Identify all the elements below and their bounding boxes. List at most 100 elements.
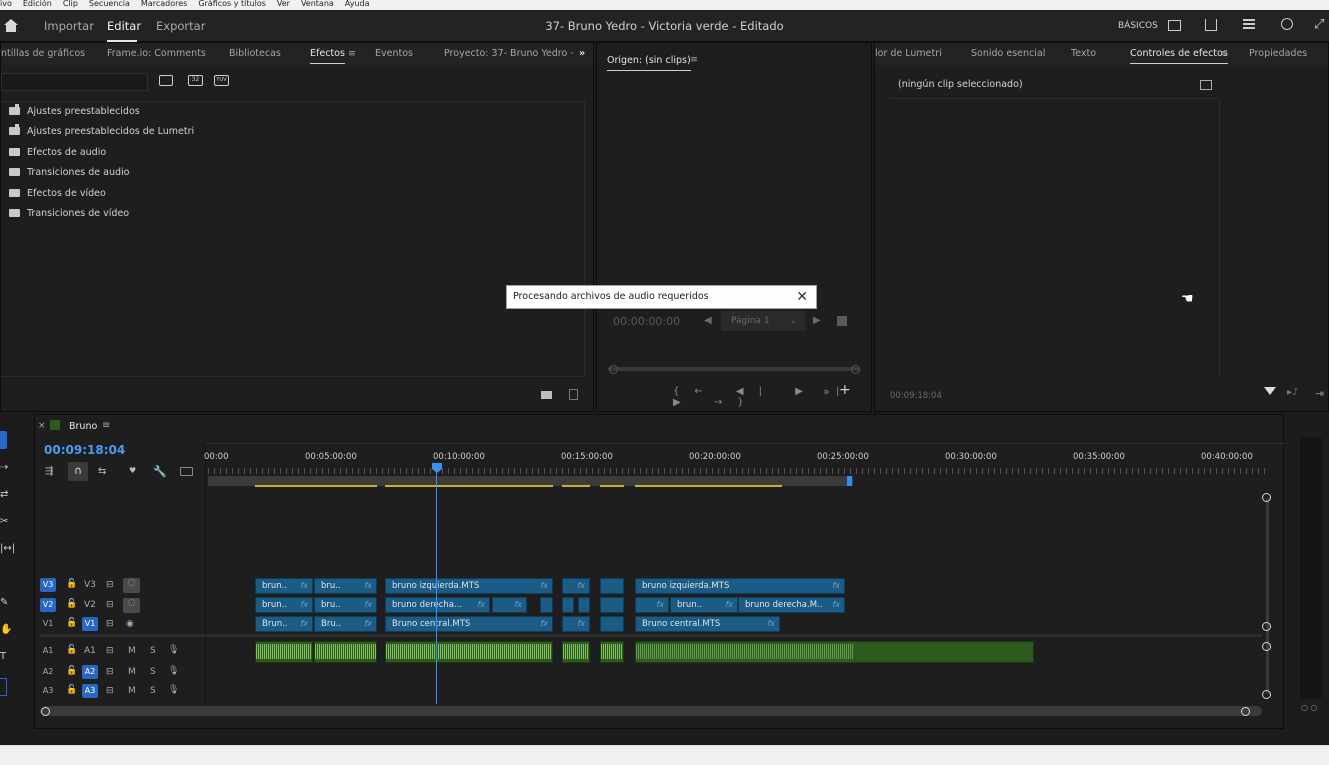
clip[interactable]: fx	[635, 597, 669, 613]
lock-icon[interactable]: 🔓	[66, 666, 77, 676]
clip[interactable]: brun.. fx	[255, 578, 313, 594]
tab-text[interactable]: Texto	[1071, 48, 1096, 59]
tab-essential-sound[interactable]: Sonido esencial	[971, 48, 1045, 59]
list-item[interactable]: Transiciones de audio	[9, 167, 129, 183]
eye-off-icon[interactable]: ◌	[123, 598, 140, 613]
track-name-a3[interactable]: A3	[82, 684, 98, 698]
list-item[interactable]: Transiciones de vídeo	[9, 208, 129, 224]
clip[interactable]: fx	[562, 616, 590, 632]
menu-icon[interactable]: ≡	[690, 54, 698, 65]
trash-icon[interactable]	[569, 389, 578, 400]
scroll-handle-audio-top[interactable]	[1262, 642, 1271, 651]
menu-graphics[interactable]: Gráficos y títulos	[198, 0, 266, 8]
list-item[interactable]: Ajustes preestablecidos de Lumetri	[9, 123, 194, 142]
clip[interactable]: fx	[492, 597, 527, 613]
menu-sequence[interactable]: Secuencia	[89, 0, 130, 8]
vertical-scrollbar[interactable]	[1266, 498, 1269, 694]
horizontal-scrollbar[interactable]	[40, 706, 1262, 716]
mute-button[interactable]: M	[128, 646, 136, 656]
clip[interactable]	[600, 578, 624, 594]
export-icon[interactable]: ⇥	[1315, 387, 1324, 400]
menu-icon[interactable]: ≡	[348, 48, 356, 59]
source-patch-v2[interactable]: V2	[40, 598, 56, 612]
av-divider[interactable]	[40, 634, 1262, 637]
clip[interactable]: bru.. fx	[314, 597, 377, 613]
tab-effect-controls[interactable]: Controles de efectos	[1130, 48, 1228, 64]
more-icon[interactable]: »	[823, 385, 830, 398]
solo-button[interactable]: S	[150, 667, 156, 677]
quality-icon[interactable]	[1281, 18, 1293, 30]
text-tool-icon[interactable]: T	[0, 651, 6, 662]
track-name-v3[interactable]: V3	[84, 580, 96, 590]
tab-project[interactable]: Proyecto: 37- Bruno Yedro - Vic	[444, 48, 573, 59]
lock-icon[interactable]: 🔓	[66, 645, 77, 655]
menu-icon[interactable]: ≡	[102, 420, 110, 431]
clip[interactable]	[578, 597, 590, 613]
menu-help[interactable]: Ayuda	[345, 0, 370, 8]
tab-frameio[interactable]: Frame.io: Comments	[107, 48, 206, 59]
menu-icon[interactable]: ≡	[1220, 48, 1228, 59]
menu-clip[interactable]: Clip	[63, 0, 78, 8]
menu-markers[interactable]: Marcadores	[141, 0, 187, 8]
microphone-icon[interactable]: 🎙	[168, 645, 179, 655]
lock-icon[interactable]: 🔓	[66, 685, 77, 695]
tool-active-icon[interactable]	[0, 678, 7, 696]
close-icon[interactable]: ✕	[796, 286, 808, 308]
menu-window[interactable]: Ventana	[301, 0, 334, 8]
tab-graphics-templates[interactable]: ntillas de gráficos	[1, 48, 85, 59]
audio-clip[interactable]	[635, 641, 1034, 663]
scroll-handle-top[interactable]	[1262, 493, 1271, 502]
zoom-handle-right[interactable]	[1241, 707, 1250, 716]
ripple-edit-icon[interactable]: ⇄	[0, 489, 8, 500]
lock-icon[interactable]: 🔓	[66, 599, 77, 609]
hand-icon[interactable]: ✋	[0, 624, 12, 635]
clip[interactable]: bruno izquierda.MTS fx	[385, 578, 553, 594]
next-page-icon[interactable]: ▶	[813, 315, 821, 326]
tab-source[interactable]: Origen: (sin clips)	[607, 55, 691, 71]
audio-clip[interactable]	[600, 641, 624, 663]
clip[interactable]: Brun.. fx	[255, 616, 313, 632]
microphone-icon[interactable]: 🎙	[168, 685, 179, 695]
track-select-icon[interactable]: ⇢	[0, 462, 8, 473]
sync-lock-icon[interactable]: ⊟	[106, 686, 114, 696]
source-timecode[interactable]: 00:00:00:00	[613, 315, 680, 328]
scrub-end-handle[interactable]	[851, 365, 860, 374]
work-area-end-marker[interactable]	[847, 476, 852, 486]
captions-icon[interactable]	[180, 467, 193, 476]
close-icon[interactable]: ×	[38, 421, 46, 431]
track-name-v2[interactable]: V2	[84, 600, 96, 610]
meter-solo-buttons[interactable]: ○ ○	[1301, 703, 1318, 712]
sync-lock-icon[interactable]: ⊟	[106, 619, 114, 629]
mute-button[interactable]: M	[128, 667, 136, 677]
snap-icon[interactable]: ∩	[68, 462, 88, 481]
page-select[interactable]: Página 1 ⌄	[721, 311, 805, 331]
scrub-start-handle[interactable]	[609, 365, 618, 374]
tab-effects[interactable]: Efectos	[310, 48, 345, 64]
clip[interactable]: Bruno central.MTS fx	[385, 616, 553, 632]
source-patch-v3[interactable]: V3	[40, 578, 56, 592]
solo-button[interactable]: S	[150, 686, 156, 696]
source-patch-a1[interactable]: A1	[40, 644, 56, 658]
source-scrubber[interactable]	[608, 367, 860, 371]
zoom-handle-left[interactable]	[41, 707, 50, 716]
source-patch-a3[interactable]: A3	[40, 684, 56, 698]
clip[interactable]: brun.. fx	[255, 597, 313, 613]
prev-page-icon[interactable]: ◀	[704, 315, 712, 326]
clip[interactable]	[600, 597, 624, 613]
yuv-icon[interactable]: YUV	[214, 75, 229, 86]
nest-icon[interactable]: ⇶	[45, 466, 53, 477]
list-item[interactable]: Ajustes preestablecidos	[9, 103, 140, 122]
workspace-label[interactable]: BÁSICOS	[1118, 21, 1158, 31]
tab-properties[interactable]: Propiedades	[1249, 48, 1307, 59]
pen-icon[interactable]: ✎	[0, 597, 8, 608]
microphone-icon[interactable]: 🎙	[168, 666, 179, 676]
clip[interactable]	[562, 597, 574, 613]
tab-libraries[interactable]: Bibliotecas	[229, 48, 281, 59]
32bit-icon[interactable]: 32	[188, 75, 203, 86]
linked-selection-icon[interactable]: ⇆	[98, 466, 106, 477]
more-tabs-icon[interactable]: »	[579, 48, 585, 59]
menu-view[interactable]: Ver	[277, 0, 290, 8]
sync-lock-icon[interactable]: ⊟	[106, 580, 114, 590]
marker-icon[interactable]: ♥	[129, 466, 136, 475]
panel-toggle-icon[interactable]	[1200, 80, 1212, 90]
